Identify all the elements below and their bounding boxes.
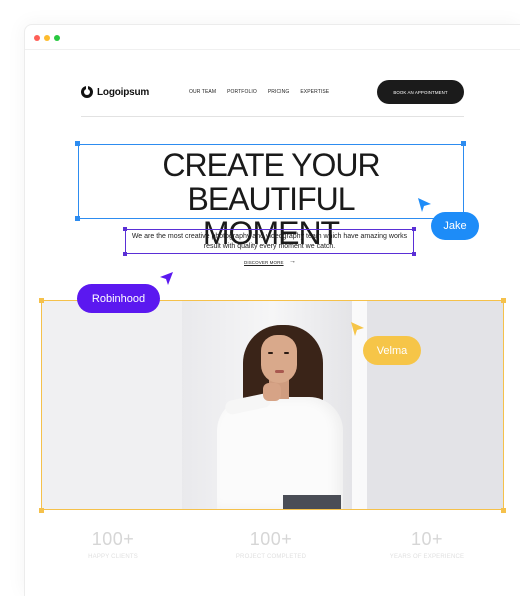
- selection-handle-bottom-left[interactable]: [75, 216, 80, 221]
- stat-label: HAPPY CLIENTS: [88, 554, 138, 560]
- header-divider: [81, 116, 464, 117]
- nav-item-pricing[interactable]: PRICING: [268, 89, 290, 95]
- maximize-window-button[interactable]: [54, 35, 60, 41]
- arrow-right-icon[interactable]: →: [289, 258, 296, 265]
- stat-years-experience: 10+ YEARS OF EXPERIENCE: [367, 529, 487, 560]
- selection-handle-top-left[interactable]: [75, 141, 80, 146]
- stat-label: PROJECT COMPLETED: [235, 554, 307, 560]
- close-window-button[interactable]: [34, 35, 40, 41]
- model-lips: [275, 370, 284, 373]
- model-pants: [283, 495, 341, 509]
- hero-title-line1: CREATE YOUR BEAUTIFUL: [162, 147, 380, 217]
- subtitle-handle-bottom-left[interactable]: [123, 252, 127, 256]
- stat-label: YEARS OF EXPERIENCE: [389, 554, 465, 560]
- photo-handle-top-left[interactable]: [39, 298, 44, 303]
- logo-icon: [81, 86, 93, 98]
- brand-logo[interactable]: Logoipsum: [81, 86, 149, 98]
- model-eye-right: [284, 352, 289, 354]
- subtitle-handle-top-right[interactable]: [412, 227, 416, 231]
- book-appointment-button[interactable]: BOOK AN APPOINTMENT: [377, 80, 464, 104]
- main-nav: OUR TEAM PORTFOLIO PRICING EXPERTISE: [189, 89, 329, 95]
- nav-item-our-team[interactable]: OUR TEAM: [189, 89, 216, 95]
- logo-text: Logoipsum: [97, 86, 150, 98]
- collaborator-tag-velma: Velma: [363, 336, 421, 365]
- photo-handle-bottom-left[interactable]: [39, 508, 44, 513]
- nav-item-portfolio[interactable]: PORTFOLIO: [227, 89, 257, 95]
- discover-more-link[interactable]: DISCOVER MORE: [244, 260, 284, 265]
- photo-background-right: [367, 301, 503, 509]
- photo-handle-top-right[interactable]: [501, 298, 506, 303]
- collaborator-tag-jake: Jake: [431, 212, 479, 240]
- hero-subtitle-selection[interactable]: We are the most creative photography and…: [125, 229, 414, 254]
- browser-window: Logoipsum OUR TEAM PORTFOLIO PRICING EXP…: [24, 24, 520, 596]
- stat-value: 100+: [249, 529, 293, 549]
- subtitle-handle-bottom-right[interactable]: [412, 252, 416, 256]
- model-shirt: [217, 397, 343, 509]
- photo-handle-bottom-right[interactable]: [501, 508, 506, 513]
- stat-value: 10+: [410, 529, 444, 549]
- hero-title-selection[interactable]: CREATE YOUR BEAUTIFUL MOMENT: [78, 144, 464, 250]
- collaborator-tag-robinhood: Robinhood: [77, 284, 160, 313]
- window-titlebar: [25, 25, 520, 50]
- minimize-window-button[interactable]: [44, 35, 50, 41]
- model-eye-left: [268, 352, 273, 354]
- nav-item-expertise[interactable]: EXPERTISE: [300, 89, 329, 95]
- hero-subtitle: We are the most creative photography and…: [131, 233, 408, 250]
- stat-happy-clients: 100+ HAPPY CLIENTS: [53, 529, 173, 560]
- model-hand: [263, 383, 281, 401]
- photo-background-left: [42, 301, 182, 509]
- stat-value: 100+: [91, 529, 135, 549]
- stat-project-completed: 100+ PROJECT COMPLETED: [211, 529, 331, 560]
- selection-handle-top-right[interactable]: [461, 141, 466, 146]
- model-face: [261, 335, 297, 383]
- subtitle-handle-top-left[interactable]: [123, 227, 127, 231]
